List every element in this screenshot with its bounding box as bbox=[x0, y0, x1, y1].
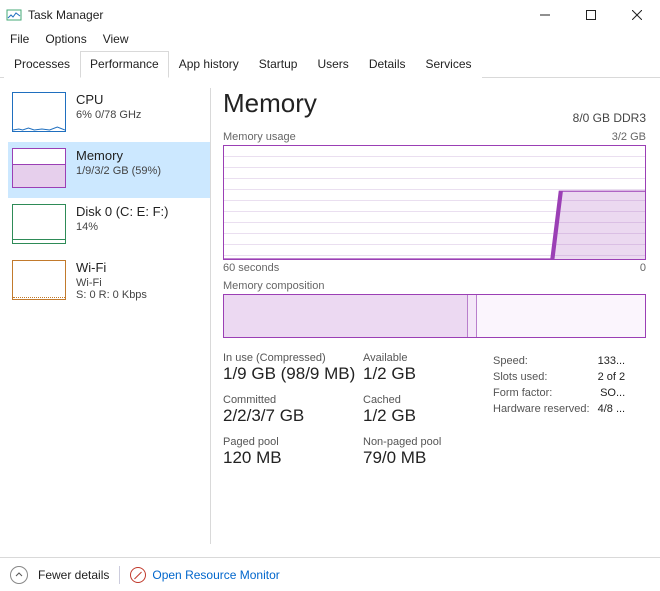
sidebar-cpu-sub: 6% 0/78 GHz bbox=[76, 109, 141, 121]
cpu-thumb-icon bbox=[12, 92, 66, 132]
sidebar-wifi-sub: Wi-Fi bbox=[76, 277, 147, 289]
tab-app-history[interactable]: App history bbox=[169, 51, 249, 78]
tab-performance[interactable]: Performance bbox=[80, 51, 169, 78]
slots-value: 2 of 2 bbox=[598, 370, 632, 384]
divider bbox=[210, 88, 211, 544]
sidebar-memory-sub: 1/9/3/2 GB (59%) bbox=[76, 165, 161, 177]
hwres-value: 4/8 ... bbox=[598, 402, 632, 416]
menu-view[interactable]: View bbox=[103, 32, 129, 46]
committed-value: 2/2/3/7 GB bbox=[223, 406, 363, 426]
sidebar-wifi-rates: S: 0 R: 0 Kbps bbox=[76, 289, 147, 301]
resource-monitor-icon bbox=[130, 567, 146, 583]
wifi-thumb-icon bbox=[12, 260, 66, 300]
disk-thumb-icon bbox=[12, 204, 66, 244]
available-value: 1/2 GB bbox=[363, 364, 473, 384]
menu-options[interactable]: Options bbox=[45, 32, 86, 46]
sidebar-disk-sub: 14% bbox=[76, 221, 168, 233]
footer-bar: Fewer details Open Resource Monitor bbox=[0, 557, 660, 591]
paged-label: Paged pool bbox=[223, 436, 363, 448]
usage-chart-label: Memory usage bbox=[223, 131, 296, 143]
sidebar-memory-title: Memory bbox=[76, 148, 161, 163]
usage-chart-max: 3/2 GB bbox=[612, 131, 646, 143]
menu-bar: File Options View bbox=[0, 30, 660, 50]
hwres-label: Hardware reserved: bbox=[493, 402, 596, 416]
sidebar-cpu-title: CPU bbox=[76, 92, 141, 107]
menu-file[interactable]: File bbox=[10, 32, 29, 46]
inuse-label: In use (Compressed) bbox=[223, 352, 363, 364]
window-controls bbox=[522, 0, 660, 30]
open-resource-monitor-label: Open Resource Monitor bbox=[152, 568, 279, 582]
form-label: Form factor: bbox=[493, 386, 596, 400]
memory-stats: In use (Compressed) 1/9 GB (98/9 MB) Ava… bbox=[223, 352, 646, 472]
footer-separator bbox=[119, 566, 120, 584]
paged-value: 120 MB bbox=[223, 448, 363, 468]
page-title: Memory bbox=[223, 88, 317, 119]
chevron-up-icon[interactable] bbox=[10, 566, 28, 584]
slots-label: Slots used: bbox=[493, 370, 596, 384]
speed-label: Speed: bbox=[493, 354, 596, 368]
axis-right: 0 bbox=[640, 262, 646, 274]
inuse-value: 1/9 GB (98/9 MB) bbox=[223, 364, 363, 384]
sidebar-wifi-title: Wi-Fi bbox=[76, 260, 147, 275]
tab-startup[interactable]: Startup bbox=[249, 51, 308, 78]
available-label: Available bbox=[363, 352, 473, 364]
speed-value: 133... bbox=[598, 354, 632, 368]
window-title: Task Manager bbox=[28, 8, 103, 22]
memory-thumb-icon bbox=[12, 148, 66, 188]
cached-value: 1/2 GB bbox=[363, 406, 473, 426]
tab-processes[interactable]: Processes bbox=[4, 51, 80, 78]
cached-label: Cached bbox=[363, 394, 473, 406]
sidebar-item-wifi[interactable]: Wi-Fi Wi-Fi S: 0 R: 0 Kbps bbox=[8, 254, 210, 311]
title-bar: Task Manager bbox=[0, 0, 660, 30]
composition-modified-segment bbox=[468, 295, 476, 337]
open-resource-monitor-link[interactable]: Open Resource Monitor bbox=[130, 567, 279, 583]
sidebar-item-disk[interactable]: Disk 0 (C: E: F:) 14% bbox=[8, 198, 210, 254]
memory-capacity: 8/0 GB DDR3 bbox=[573, 111, 646, 125]
axis-left: 60 seconds bbox=[223, 262, 279, 274]
composition-inuse-segment bbox=[224, 295, 468, 337]
tab-strip: Processes Performance App history Startu… bbox=[0, 50, 660, 78]
close-button[interactable] bbox=[614, 0, 660, 30]
sidebar-disk-title: Disk 0 (C: E: F:) bbox=[76, 204, 168, 219]
sidebar-item-memory[interactable]: Memory 1/9/3/2 GB (59%) bbox=[8, 142, 210, 198]
minimize-button[interactable] bbox=[522, 0, 568, 30]
tab-services[interactable]: Services bbox=[416, 51, 482, 78]
tab-users[interactable]: Users bbox=[307, 51, 358, 78]
maximize-button[interactable] bbox=[568, 0, 614, 30]
app-icon bbox=[6, 7, 22, 23]
composition-label: Memory composition bbox=[223, 280, 646, 292]
form-value: SO... bbox=[598, 386, 632, 400]
memory-properties-table: Speed:133... Slots used:2 of 2 Form fact… bbox=[491, 352, 633, 418]
committed-label: Committed bbox=[223, 394, 363, 406]
nonpaged-label: Non-paged pool bbox=[363, 436, 473, 448]
tab-details[interactable]: Details bbox=[359, 51, 416, 78]
performance-sidebar: CPU 6% 0/78 GHz Memory 1/9/3/2 GB (59%) … bbox=[0, 78, 210, 554]
memory-usage-chart[interactable] bbox=[223, 145, 646, 260]
fewer-details-button[interactable]: Fewer details bbox=[38, 568, 109, 582]
sidebar-item-cpu[interactable]: CPU 6% 0/78 GHz bbox=[8, 86, 210, 142]
memory-composition-chart[interactable] bbox=[223, 294, 646, 338]
nonpaged-value: 79/0 MB bbox=[363, 448, 473, 468]
performance-main: Memory 8/0 GB DDR3 Memory usage 3/2 GB 6… bbox=[221, 78, 660, 554]
